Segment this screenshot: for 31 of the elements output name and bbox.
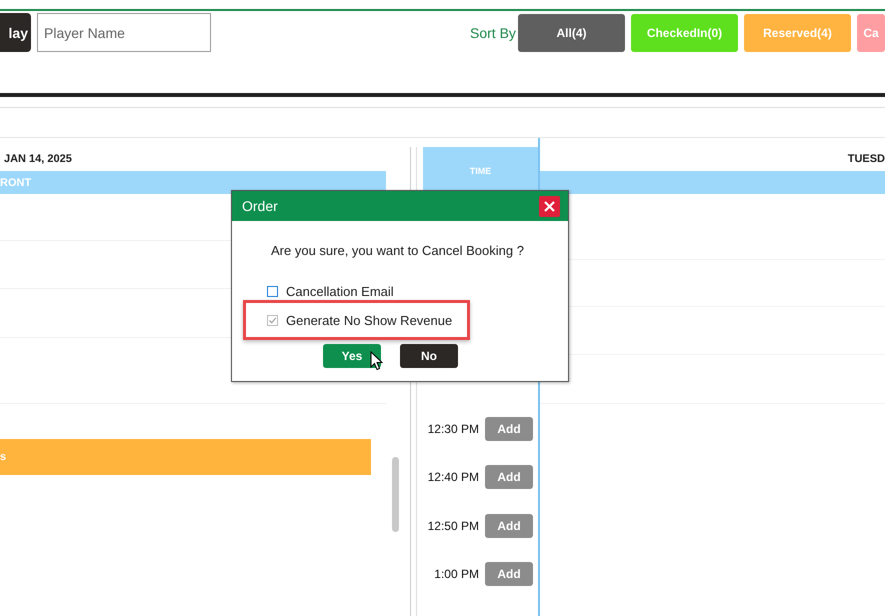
- close-button[interactable]: [539, 196, 560, 216]
- scrollbar-thumb[interactable]: [392, 457, 399, 532]
- cursor-icon: [370, 351, 383, 371]
- no-button[interactable]: No: [400, 344, 458, 368]
- booking-bar[interactable]: s: [0, 439, 371, 475]
- checkbox-label: Generate No Show Revenue: [286, 312, 452, 328]
- checkbox[interactable]: [267, 314, 278, 326]
- day-date: JAN 14, 2025: [3, 153, 73, 167]
- add-button[interactable]: Add: [485, 465, 533, 490]
- close-icon: [543, 200, 556, 212]
- filter-button[interactable]: Reserved(4): [744, 14, 851, 52]
- add-button[interactable]: Add: [485, 514, 533, 538]
- slot-time: 12:40 PM: [426, 470, 479, 484]
- filter-button[interactable]: CheckedIn(0): [631, 14, 738, 52]
- filter-button[interactable]: Ca: [857, 14, 885, 52]
- confirm-message: Are you sure, you want to Cancel Booking ?: [271, 243, 525, 258]
- day-button[interactable]: lay: [0, 13, 31, 52]
- day-date: TUESD: [848, 153, 885, 165]
- yes-button[interactable]: Yes: [323, 344, 381, 368]
- add-button[interactable]: Add: [485, 416, 533, 441]
- slot-time: 12:30 PM: [426, 422, 479, 436]
- add-button[interactable]: Add: [485, 562, 533, 586]
- slot-time: 12:50 PM: [426, 518, 479, 533]
- dialog-title: Order: [242, 198, 278, 214]
- lane-header: RONT: [0, 171, 386, 194]
- sort-label: Sort By: [470, 24, 517, 40]
- checkbox-label: Cancellation Email: [286, 284, 394, 298]
- slot-time: 1:00 PM: [433, 567, 479, 582]
- filter-button[interactable]: All(4): [518, 14, 625, 52]
- player-name-field[interactable]: Player Name: [37, 13, 211, 52]
- checkbox[interactable]: [267, 286, 278, 296]
